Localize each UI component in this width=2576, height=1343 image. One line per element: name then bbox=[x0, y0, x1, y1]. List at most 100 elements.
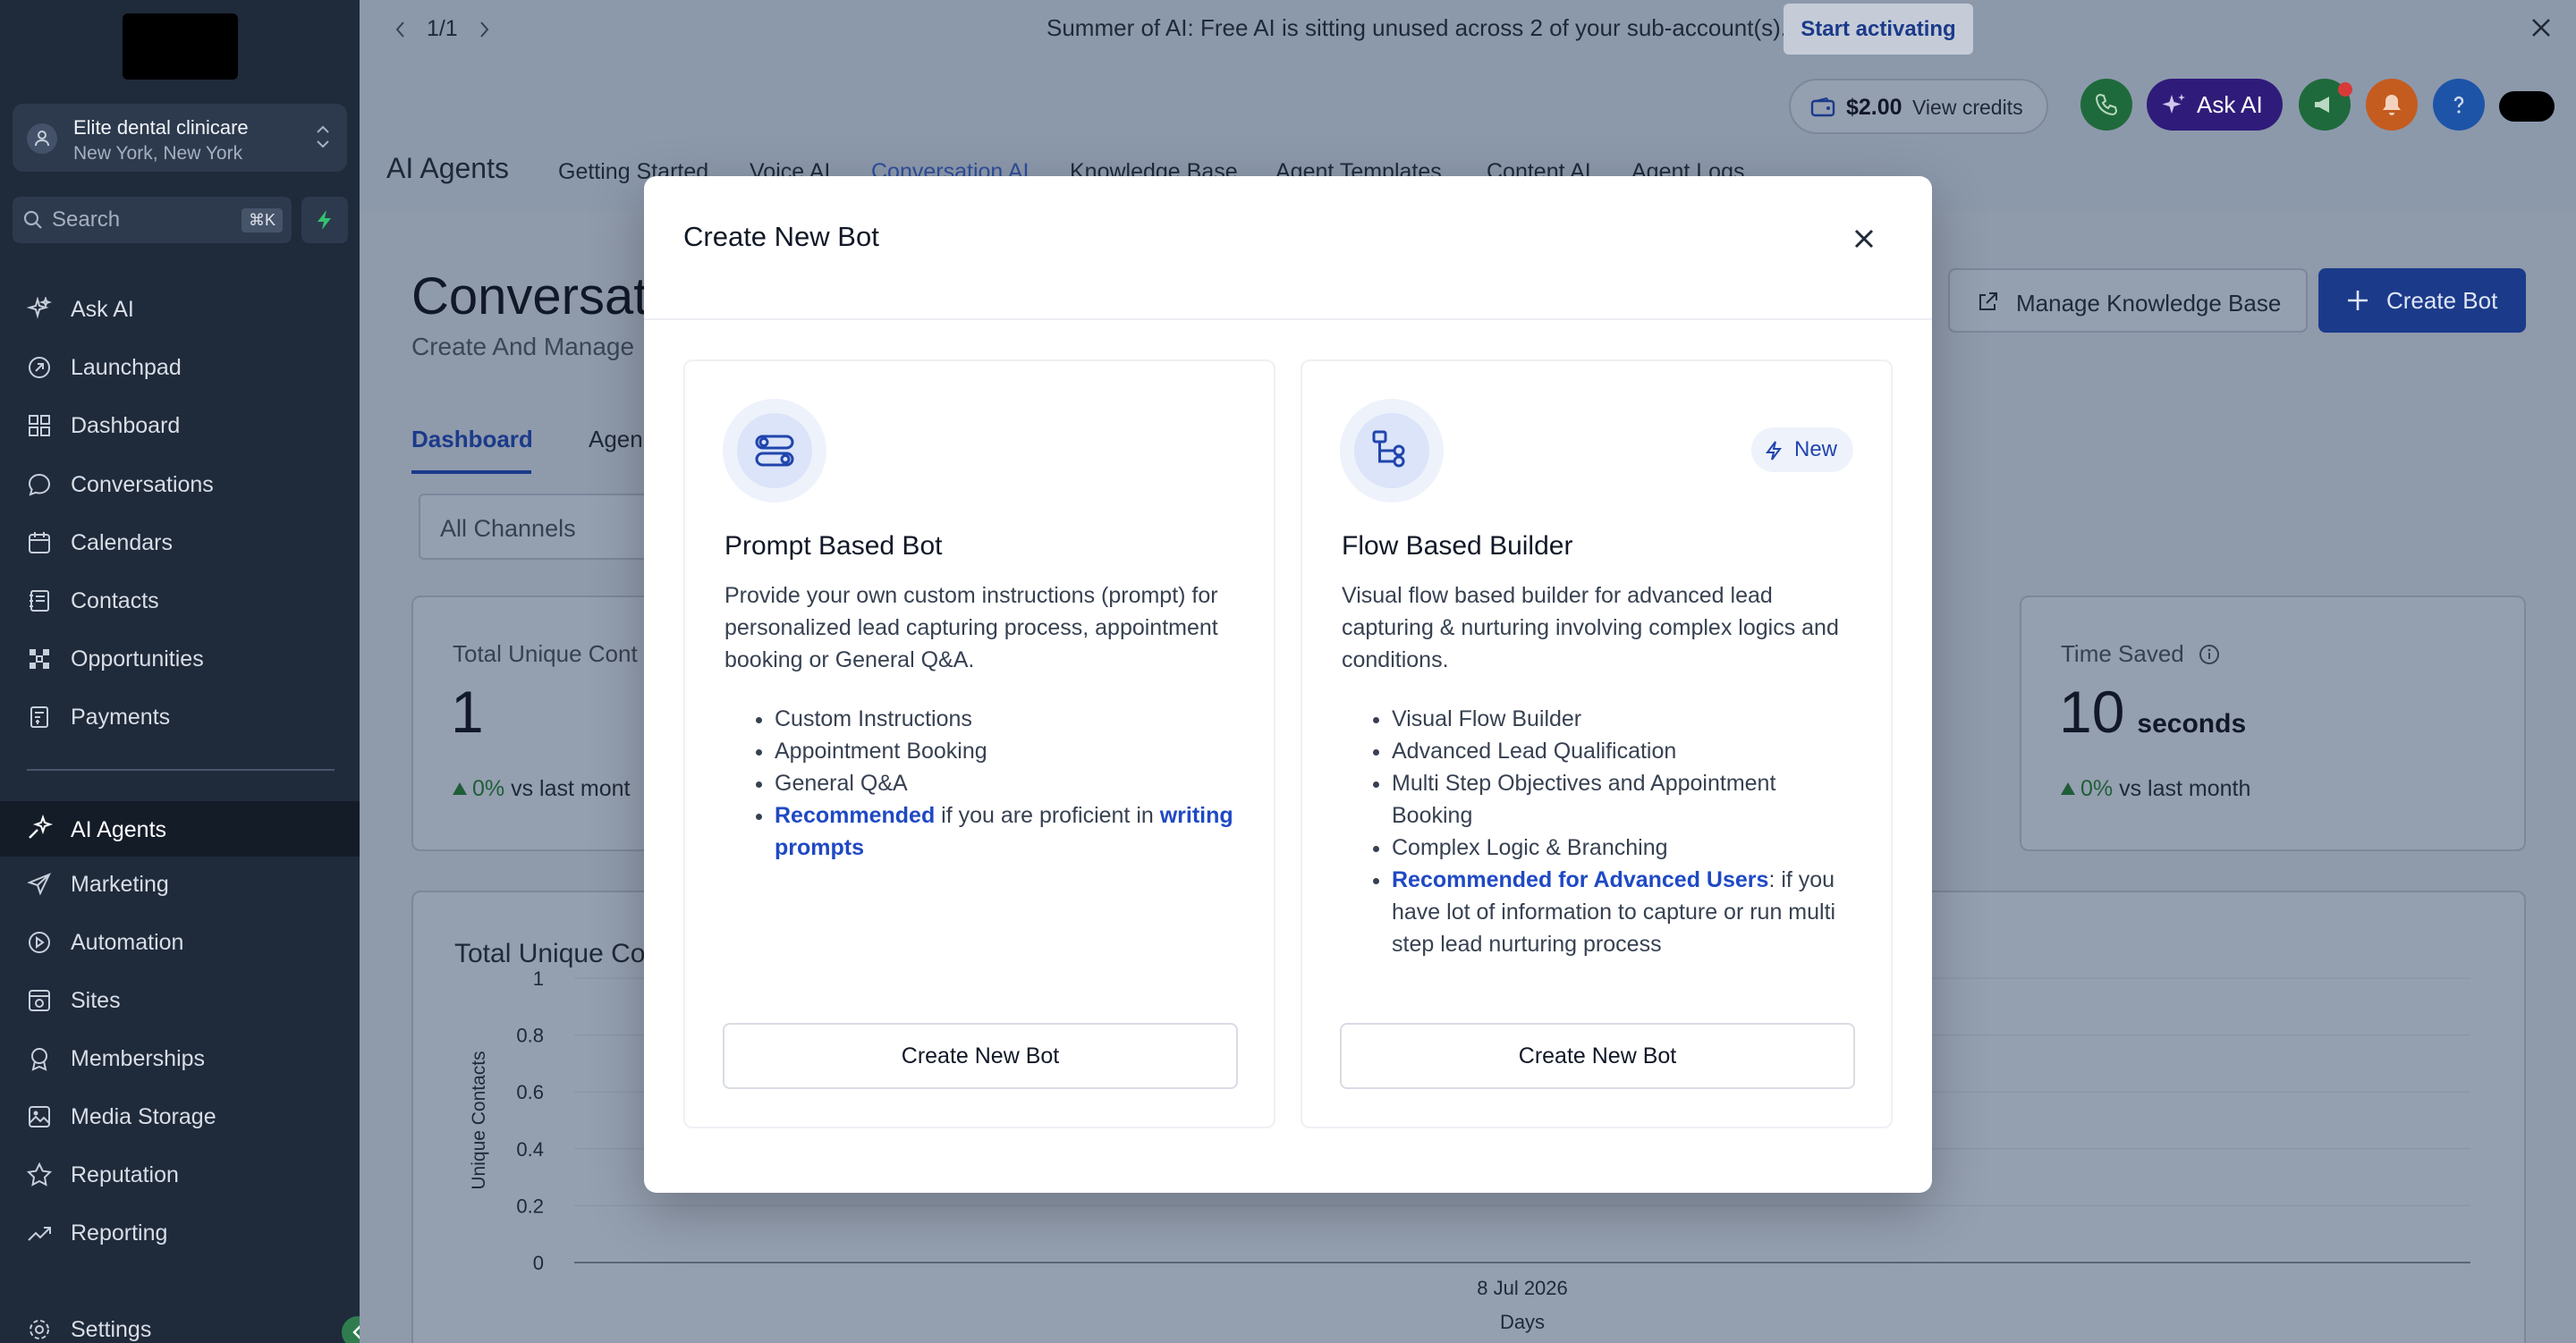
search-shortcut: ⌘K bbox=[241, 208, 283, 232]
sidebar-item-label: Automation bbox=[71, 930, 184, 955]
create-prompt-bot-button[interactable]: Create New Bot bbox=[723, 1023, 1238, 1089]
manage-knowledge-base-button[interactable]: Manage Knowledge Base bbox=[1948, 268, 2308, 333]
notifications-button[interactable] bbox=[2366, 79, 2418, 131]
automation-icon bbox=[29, 932, 50, 953]
delta-suffix: vs last month bbox=[2119, 776, 2251, 801]
feature-item: Advanced Lead Qualification bbox=[1392, 735, 1857, 767]
sidebar-item-launchpad[interactable]: Launchpad bbox=[0, 342, 360, 391]
y-tick-label: 0.6 bbox=[516, 1081, 544, 1103]
stat-value: 1 bbox=[451, 679, 484, 745]
account-location: New York, New York bbox=[73, 143, 243, 164]
sidebar-item-label: Marketing bbox=[71, 872, 169, 897]
company-logo[interactable] bbox=[123, 13, 238, 80]
tab-dashboard[interactable]: Dashboard bbox=[411, 426, 533, 453]
ask-ai-button[interactable]: Ask AI bbox=[2147, 79, 2283, 131]
receipt-icon bbox=[30, 706, 48, 728]
gear-icon bbox=[30, 1320, 49, 1339]
flow-bot-icon-wrap bbox=[1340, 399, 1444, 503]
sidebar-item-label: Contacts bbox=[71, 588, 159, 613]
lightning-icon bbox=[1766, 441, 1782, 460]
sidebar-item-label: Reputation bbox=[71, 1162, 179, 1187]
create-flow-bot-button[interactable]: Create New Bot bbox=[1340, 1023, 1855, 1089]
chevron-left-icon[interactable] bbox=[394, 20, 408, 39]
stat-value: 10 seconds bbox=[2059, 678, 2246, 746]
bell-icon bbox=[2383, 95, 2401, 115]
quick-actions-button[interactable] bbox=[301, 197, 348, 243]
sidebar-item-dashboard[interactable]: Dashboard bbox=[0, 401, 360, 449]
new-badge: New bbox=[1751, 427, 1853, 472]
toggles-icon bbox=[755, 435, 794, 467]
banner-pager: 1/1 bbox=[394, 16, 491, 42]
sidebar-item-ai-agents[interactable]: AI Agents bbox=[0, 801, 360, 857]
sidebar: Elite dental clinicare New York, New Yor… bbox=[0, 0, 374, 1343]
stat-delta: 0% vs last month bbox=[2061, 776, 2250, 802]
channel-filter-select[interactable]: All Channels bbox=[419, 494, 651, 560]
section-title: Conversat bbox=[411, 267, 648, 325]
tab-agents[interactable]: Agen bbox=[589, 426, 643, 453]
sidebar-item-settings[interactable]: Settings bbox=[0, 1305, 360, 1343]
y-tick-label: 0.2 bbox=[516, 1195, 544, 1217]
chevron-updown-icon bbox=[317, 125, 329, 148]
phone-button[interactable] bbox=[2080, 79, 2132, 131]
x-axis-label: Days bbox=[1500, 1311, 1545, 1333]
prompt-bot-icon-wrap bbox=[723, 399, 826, 503]
up-triangle-icon bbox=[453, 782, 467, 795]
close-icon[interactable] bbox=[2529, 16, 2553, 39]
option-description: Visual flow based builder for advanced l… bbox=[1342, 583, 1839, 672]
manage-knowledge-base-label: Manage Knowledge Base bbox=[2016, 290, 2282, 317]
send-icon bbox=[27, 873, 52, 896]
sidebar-item-payments[interactable]: Payments bbox=[0, 692, 360, 740]
sidebar-item-memberships[interactable]: Memberships bbox=[0, 1034, 360, 1082]
sidebar-item-label: Sites bbox=[71, 988, 121, 1013]
account-switcher[interactable]: Elite dental clinicare New York, New Yor… bbox=[13, 104, 347, 172]
sidebar-item-opportunities[interactable]: Opportunities bbox=[0, 634, 360, 682]
recommended-link[interactable]: Recommended bbox=[775, 803, 935, 828]
sidebar-item-automation[interactable]: Automation bbox=[0, 917, 360, 966]
sidebar-item-marketing[interactable]: Marketing bbox=[0, 859, 360, 908]
chevron-right-icon[interactable] bbox=[477, 20, 491, 39]
x-tick-label: 8 Jul 2026 bbox=[1477, 1277, 1568, 1299]
account-name: Elite dental clinicare bbox=[73, 116, 249, 139]
sidebar-item-label: AI Agents bbox=[71, 817, 167, 842]
ai-agents-icon bbox=[29, 814, 54, 839]
flow-based-builder-option[interactable]: New Flow Based Builder Visual flow based… bbox=[1301, 359, 1893, 1128]
feature-list: Custom Instructions Appointment Booking … bbox=[775, 703, 1240, 864]
sidebar-item-contacts[interactable]: Contacts bbox=[0, 576, 360, 624]
active-subtab-indicator bbox=[411, 470, 531, 474]
sidebar-item-conversations[interactable]: Conversations bbox=[0, 460, 360, 508]
start-activating-button[interactable]: Start activating bbox=[1784, 4, 1973, 55]
y-tick-label: 0.4 bbox=[516, 1138, 544, 1161]
image-icon bbox=[29, 1106, 50, 1128]
create-new-bot-modal: Create New Bot Prompt Based Bot Provide … bbox=[644, 176, 1932, 1193]
sidebar-search[interactable]: Search ⌘K bbox=[13, 197, 292, 243]
credits-button[interactable]: $2.00 View credits bbox=[1789, 79, 2048, 134]
pager-count: 1/1 bbox=[426, 16, 458, 41]
wallet-icon bbox=[1810, 97, 1835, 117]
user-avatar[interactable] bbox=[2499, 91, 2555, 122]
sidebar-item-label: Ask AI bbox=[71, 297, 134, 322]
sidebar-item-media-storage[interactable]: Media Storage bbox=[0, 1092, 360, 1140]
sidebar-item-ask-ai[interactable]: Ask AI bbox=[0, 284, 360, 333]
feature-item: Visual Flow Builder bbox=[1392, 703, 1857, 735]
sparkle-icon bbox=[2162, 94, 2185, 114]
sidebar-item-reporting[interactable]: Reporting bbox=[0, 1208, 360, 1256]
feature-item: Appointment Booking bbox=[775, 735, 1240, 767]
info-icon[interactable] bbox=[2198, 643, 2221, 666]
create-bot-label: Create Bot bbox=[2386, 287, 2498, 314]
create-bot-button[interactable]: Create Bot bbox=[2318, 268, 2526, 333]
y-tick-label: 0 bbox=[533, 1252, 544, 1274]
close-icon[interactable] bbox=[1852, 226, 1877, 251]
y-tick-label: 1 bbox=[533, 967, 544, 990]
sidebar-item-sites[interactable]: Sites bbox=[0, 976, 360, 1024]
prompt-based-bot-option[interactable]: Prompt Based Bot Provide your own custom… bbox=[683, 359, 1275, 1128]
sidebar-item-label: Conversations bbox=[71, 472, 214, 497]
sidebar-item-reputation[interactable]: Reputation bbox=[0, 1150, 360, 1198]
help-button[interactable] bbox=[2433, 79, 2485, 131]
contacts-icon bbox=[30, 590, 49, 612]
sidebar-item-calendars[interactable]: Calendars bbox=[0, 518, 360, 566]
recommended-advanced-link[interactable]: Recommended for Advanced Users bbox=[1392, 867, 1768, 892]
stat-label: Total Unique Cont bbox=[453, 640, 638, 667]
sidebar-item-label: Payments bbox=[71, 705, 171, 730]
sidebar-divider bbox=[27, 769, 335, 771]
sidebar-item-label: Memberships bbox=[71, 1046, 206, 1071]
